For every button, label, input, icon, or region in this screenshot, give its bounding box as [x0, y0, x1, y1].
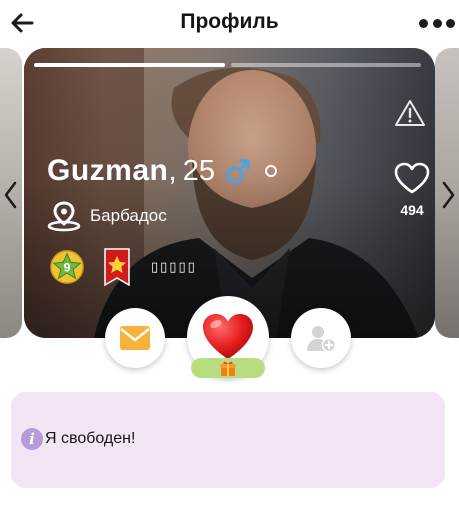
status-text: Я свободен! [45, 430, 136, 447]
top-bar: Профиль [0, 0, 459, 46]
level-star-badge-icon[interactable]: 9 [49, 248, 85, 286]
page-title: Профиль [180, 10, 279, 33]
badge-text: ▯▯▯▯▯ [151, 259, 197, 274]
photo-progress [34, 63, 421, 67]
map-pin-icon [47, 201, 81, 232]
envelope-icon [120, 326, 150, 350]
badges: 9 ▯▯▯▯▯ [49, 248, 197, 287]
more-options-button[interactable] [419, 16, 455, 30]
add-user-icon [307, 326, 337, 353]
location-label: Барбадос [90, 206, 167, 225]
warning-triangle-icon [395, 100, 425, 126]
name-separator: , [168, 154, 177, 187]
profile-age: 25 [182, 154, 215, 187]
name-age-line: Guzman , 25 [47, 153, 277, 189]
ribbon-star-badge-icon[interactable] [99, 248, 135, 287]
status-row: i Я свободен! [21, 428, 135, 450]
photo-shade [24, 48, 435, 338]
location: Барбадос [47, 200, 167, 232]
add-friend-button[interactable] [291, 308, 351, 368]
status-box: i Я свободен! [11, 392, 445, 488]
report-button[interactable] [394, 98, 426, 128]
likes-button[interactable]: 494 [392, 161, 432, 218]
more-dot [432, 18, 442, 28]
profile-photo-card[interactable]: Guzman , 25 Барбадос 9 ▯▯▯▯▯ 494 [24, 48, 435, 338]
level-value: 9 [64, 261, 71, 275]
message-button[interactable] [105, 308, 165, 368]
photo-progress-segment [34, 63, 225, 67]
photo-progress-segment [230, 63, 421, 67]
online-status-indicator [264, 165, 277, 177]
chevron-right-icon [442, 181, 455, 209]
profile-name: Guzman [47, 154, 169, 187]
likes-count: 494 [400, 202, 424, 218]
gift-icon [220, 361, 236, 376]
info-icon: i [21, 428, 43, 450]
previous-profile-arrow[interactable] [0, 180, 20, 210]
male-icon [225, 157, 251, 185]
more-horizontal-icon [419, 18, 428, 28]
next-profile-arrow[interactable] [439, 180, 459, 210]
more-dot [446, 18, 455, 28]
heart-icon [203, 314, 253, 359]
chevron-left-icon [4, 181, 17, 209]
gift-button[interactable] [191, 358, 265, 378]
heart-outline-icon [394, 162, 430, 194]
